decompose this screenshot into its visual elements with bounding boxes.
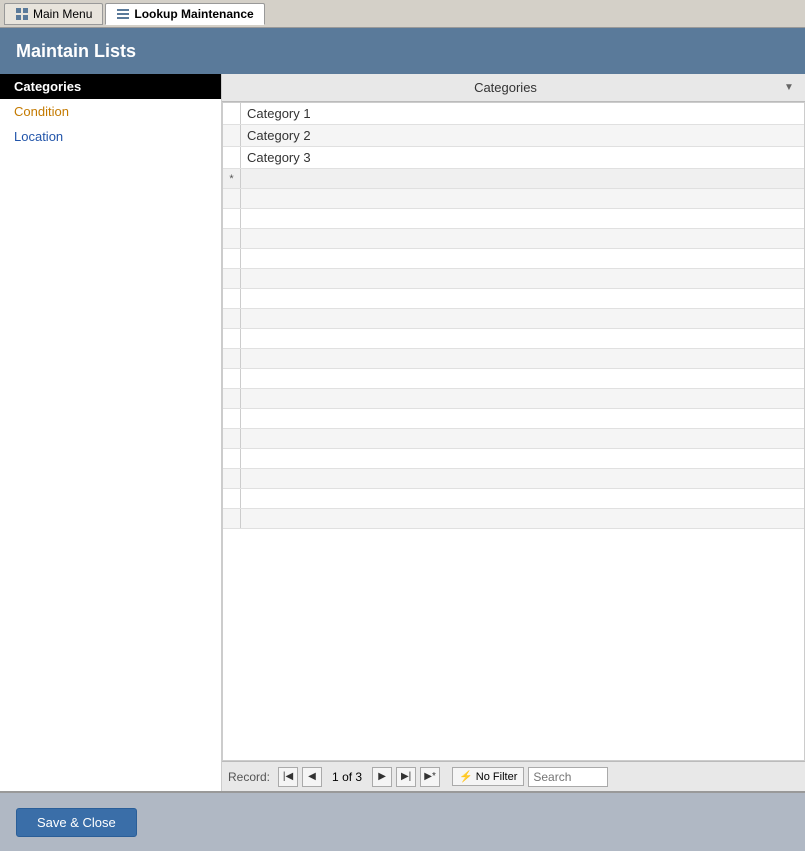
row-indicator-empty	[223, 209, 241, 228]
nav-first-button[interactable]: |◀	[278, 767, 298, 787]
table-row-empty	[223, 229, 804, 249]
total-records: 3	[355, 770, 362, 784]
nav-next-button[interactable]: ▶	[372, 767, 392, 787]
table-row-empty	[223, 189, 804, 209]
new-row-indicator: *	[223, 169, 241, 188]
save-close-label: Save & Close	[37, 815, 116, 830]
table-row-empty	[223, 289, 804, 309]
row-indicator-2	[223, 125, 241, 146]
table-row[interactable]: Category 1	[223, 103, 804, 125]
tab-bar: Main Menu Lookup Maintenance	[0, 0, 805, 28]
record-info: 1 of 3	[326, 770, 368, 784]
list-icon	[116, 7, 130, 21]
row-indicator-empty	[223, 409, 241, 428]
column-dropdown-button[interactable]: ▼	[781, 80, 797, 96]
table-row-empty	[223, 509, 804, 529]
table-row-empty	[223, 389, 804, 409]
page-title: Maintain Lists	[16, 41, 136, 62]
grid-column-header: Categories	[230, 80, 781, 95]
row-indicator-empty	[223, 329, 241, 348]
row-indicator-empty	[223, 309, 241, 328]
table-row[interactable]: Category 3	[223, 147, 804, 169]
nav-last-button[interactable]: ▶|	[396, 767, 416, 787]
row-cell-1[interactable]: Category 1	[241, 103, 804, 124]
row-indicator-empty	[223, 429, 241, 448]
row-indicator-empty	[223, 229, 241, 248]
no-filter-button[interactable]: ⚡ No Filter	[452, 767, 524, 786]
table-row[interactable]: Category 2	[223, 125, 804, 147]
row-indicator-empty	[223, 509, 241, 528]
row-indicator-empty	[223, 349, 241, 368]
table-row-empty	[223, 449, 804, 469]
main-content: Categories Condition Location Categories…	[0, 74, 805, 791]
row-indicator-empty	[223, 389, 241, 408]
new-row[interactable]: *	[223, 169, 804, 189]
table-row-empty	[223, 269, 804, 289]
new-row-cell[interactable]	[241, 176, 804, 182]
row-indicator-empty	[223, 369, 241, 388]
grid-icon	[15, 7, 29, 21]
of-label: of	[342, 770, 355, 784]
tab-lookup-maintenance-label: Lookup Maintenance	[134, 7, 253, 21]
table-row-empty	[223, 469, 804, 489]
row-indicator-empty	[223, 469, 241, 488]
table-row-empty	[223, 209, 804, 229]
row-indicator-empty	[223, 489, 241, 508]
row-indicator-empty	[223, 449, 241, 468]
row-cell-3[interactable]: Category 3	[241, 147, 804, 168]
app-header: Maintain Lists	[0, 28, 805, 74]
row-indicator-3	[223, 147, 241, 168]
filter-icon: ⚡	[459, 770, 473, 783]
row-cell-2[interactable]: Category 2	[241, 125, 804, 146]
sidebar-item-location[interactable]: Location	[0, 124, 221, 149]
tab-lookup-maintenance[interactable]: Lookup Maintenance	[105, 3, 264, 25]
save-close-button[interactable]: Save & Close	[16, 808, 137, 837]
table-row-empty	[223, 329, 804, 349]
navigation-bar: Record: |◀ ◀ 1 of 3 ▶ ▶| ▶* ⚡ No Filter	[222, 761, 805, 791]
no-filter-label: No Filter	[476, 771, 518, 783]
table-row-empty	[223, 489, 804, 509]
sidebar: Categories Condition Location	[0, 74, 222, 791]
current-record: 1	[332, 770, 339, 784]
row-indicator-empty	[223, 189, 241, 208]
tab-main-menu-label: Main Menu	[33, 7, 92, 21]
row-indicator-empty	[223, 289, 241, 308]
table-row-empty	[223, 369, 804, 389]
right-panel: Categories ▼ Category 1 Category 2 Categ…	[222, 74, 805, 791]
grid-header: Categories ▼	[222, 74, 805, 102]
row-indicator-empty	[223, 269, 241, 288]
record-label: Record:	[228, 770, 270, 784]
nav-prev-button[interactable]: ◀	[302, 767, 322, 787]
nav-new-button[interactable]: ▶*	[420, 767, 440, 787]
table-row-empty	[223, 429, 804, 449]
grid-body[interactable]: Category 1 Category 2 Category 3 *	[222, 102, 805, 761]
tab-main-menu[interactable]: Main Menu	[4, 3, 103, 25]
filter-area: ⚡ No Filter	[452, 767, 608, 787]
table-row-empty	[223, 349, 804, 369]
search-input[interactable]	[528, 767, 608, 787]
table-row-empty	[223, 249, 804, 269]
table-row-empty	[223, 309, 804, 329]
table-row-empty	[223, 409, 804, 429]
sidebar-item-condition[interactable]: Condition	[0, 99, 221, 124]
sidebar-item-categories[interactable]: Categories	[0, 74, 221, 99]
row-indicator-empty	[223, 249, 241, 268]
bottom-bar: Save & Close	[0, 791, 805, 851]
row-indicator-1	[223, 103, 241, 124]
